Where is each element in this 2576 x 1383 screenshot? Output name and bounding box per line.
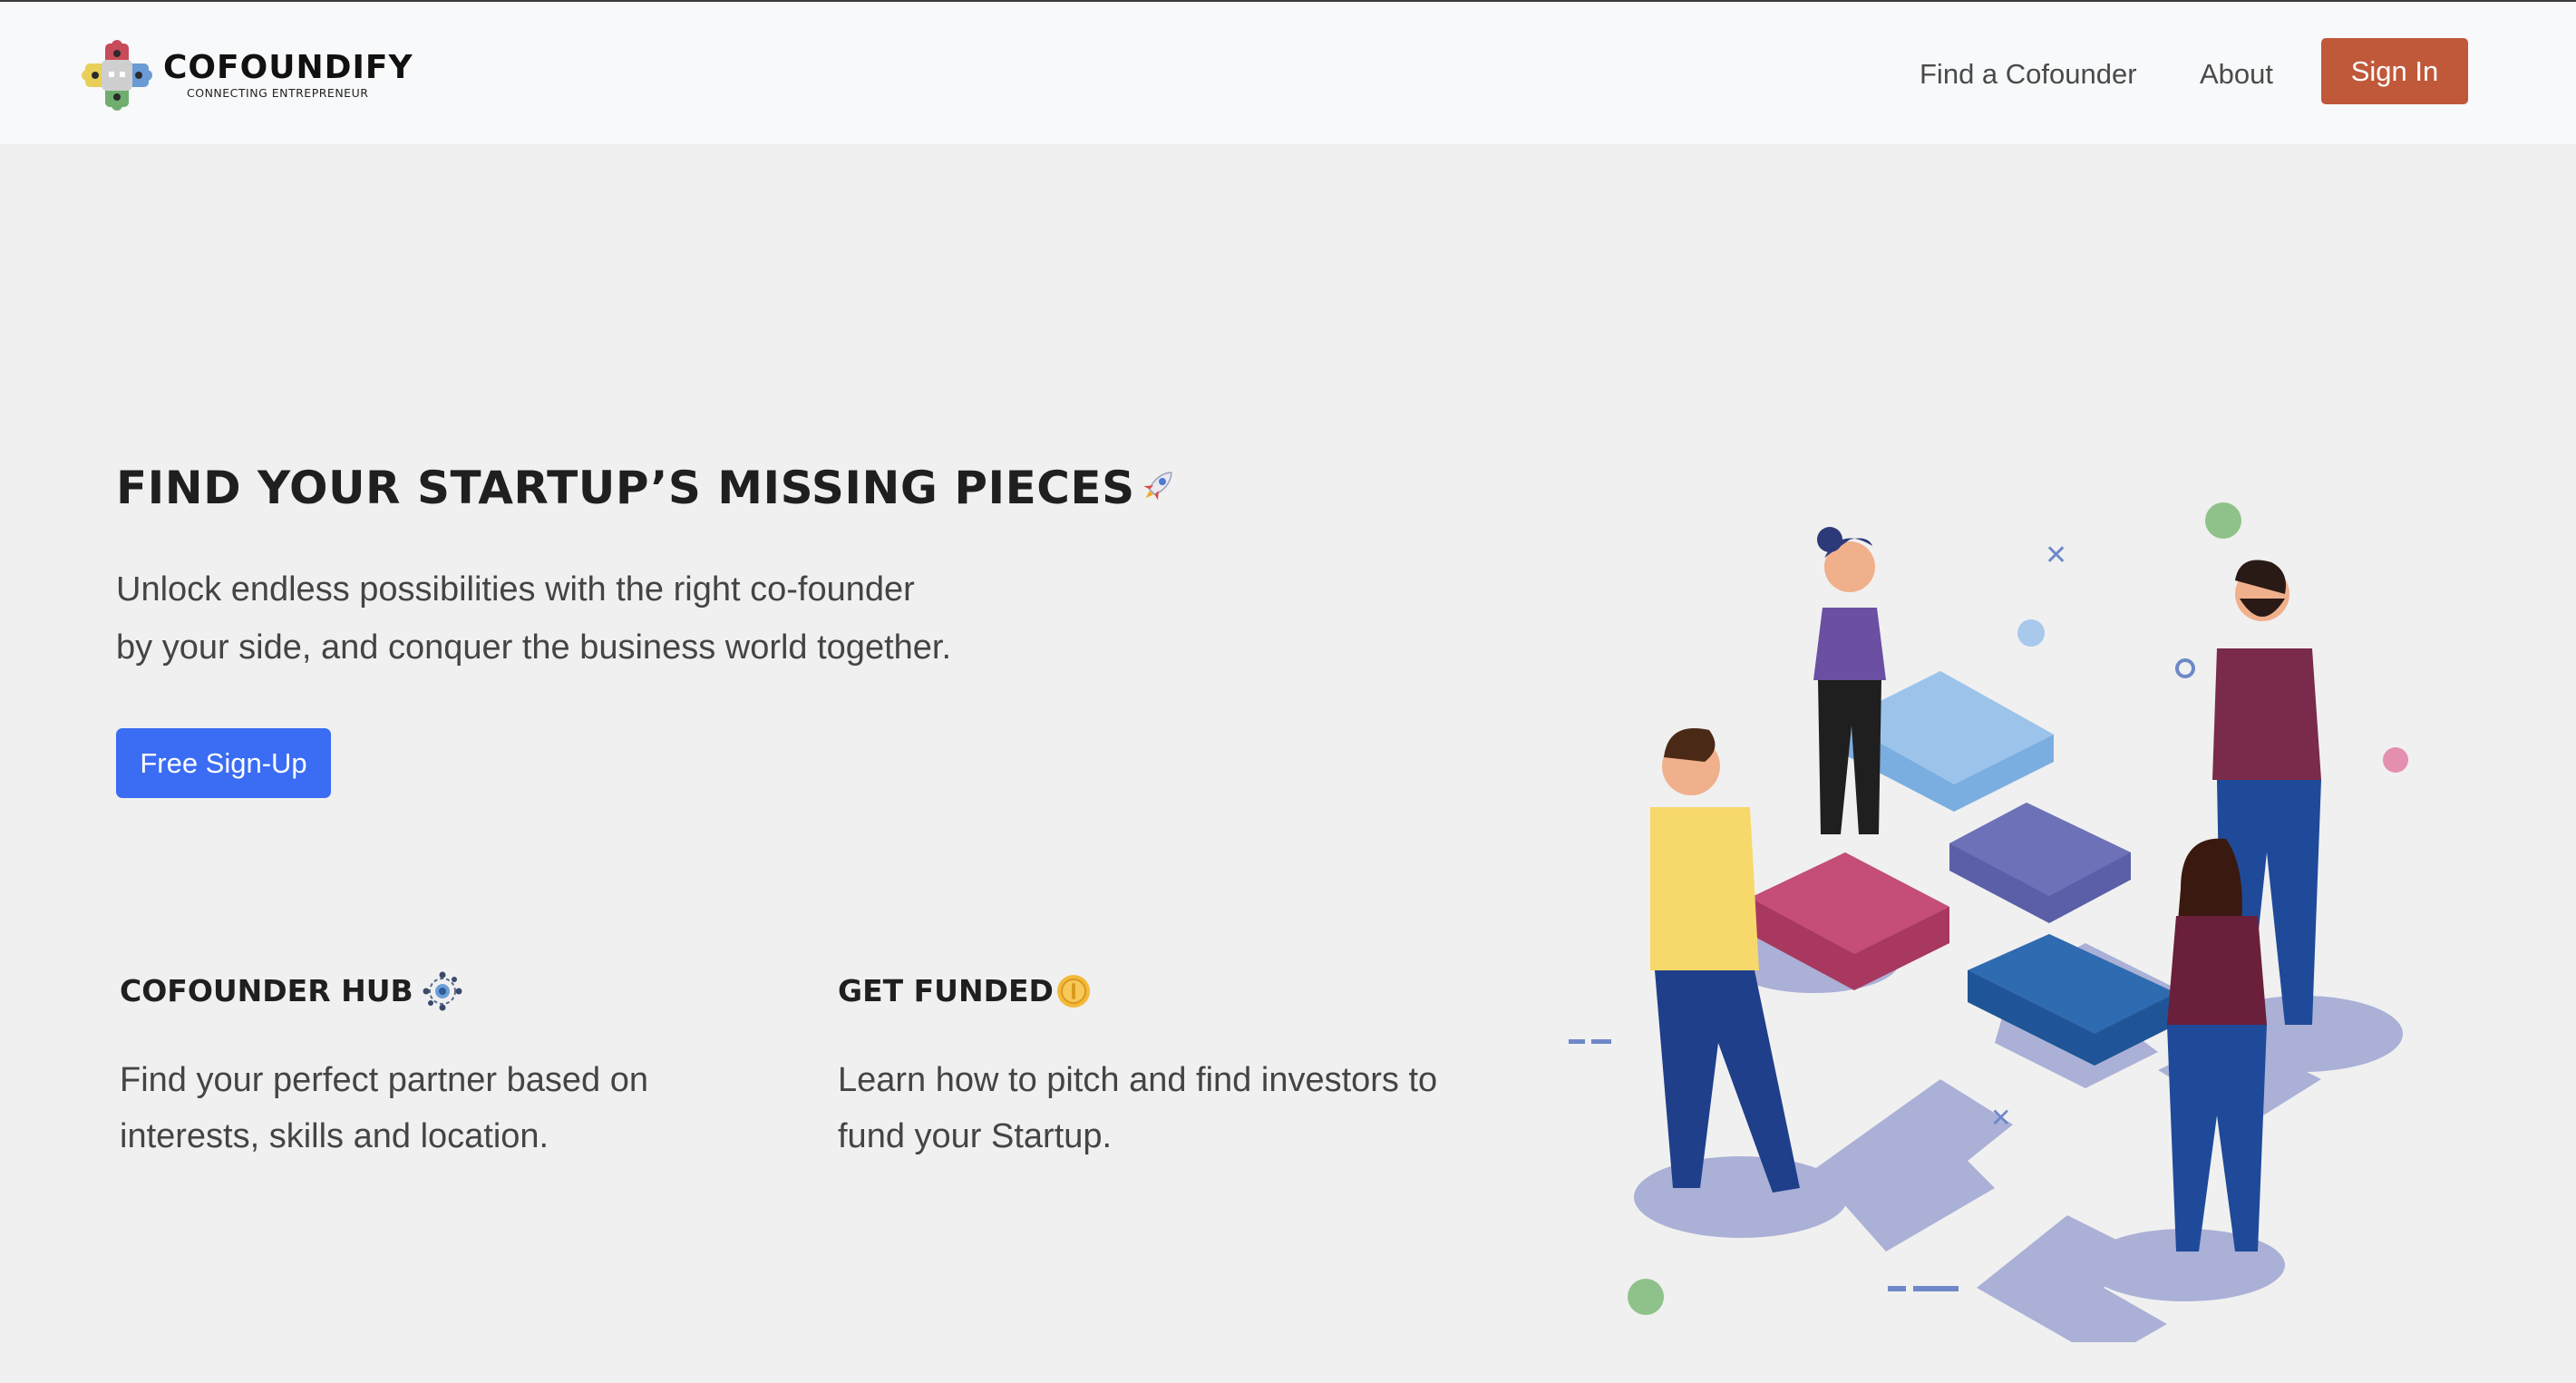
brand-name: COFOUNDIFY bbox=[163, 49, 413, 86]
rocket-icon bbox=[1137, 463, 1179, 521]
feature-title: GET FUNDED bbox=[838, 969, 1092, 1014]
feature-description: Learn how to pitch and find investors to… bbox=[838, 1052, 1527, 1164]
free-signup-button[interactable]: Free Sign-Up bbox=[116, 728, 331, 798]
brand-logo-link[interactable]: COFOUNDIFY CONNECTING ENTREPRENEUR bbox=[80, 38, 413, 112]
feature-description-line2: fund your Startup. bbox=[838, 1117, 1113, 1155]
feature-description-line2: interests, skills and location. bbox=[120, 1117, 549, 1155]
sign-in-button[interactable]: Sign In bbox=[2321, 38, 2468, 104]
brand-tagline: CONNECTING ENTREPRENEUR bbox=[187, 86, 369, 100]
hero-subtitle: Unlock endless possibilities with the ri… bbox=[116, 560, 1113, 677]
hero-subtitle-line2: by your side, and conquer the business w… bbox=[116, 628, 952, 667]
nav-link-about[interactable]: About bbox=[2200, 56, 2273, 93]
nav-link-find-cofounder[interactable]: Find a Cofounder bbox=[1920, 56, 2137, 93]
feature-description: Find your perfect partner based on inter… bbox=[120, 1052, 809, 1164]
feature-title: COFOUNDER HUB bbox=[120, 969, 464, 1014]
feature-description-line1: Find your perfect partner based on bbox=[120, 1061, 649, 1099]
feature-title-text: GET FUNDED bbox=[838, 973, 1054, 1008]
svg-text:✕: ✕ bbox=[2045, 540, 2067, 571]
network-hub-icon bbox=[421, 969, 464, 1013]
hero-title-text: FIND YOUR STARTUP’S MISSING PIECES bbox=[116, 462, 1135, 514]
feature-title-text: COFOUNDER HUB bbox=[120, 973, 413, 1008]
team-puzzle-illustration-icon: ✕ ✕ bbox=[1541, 490, 2448, 1360]
feature-description-line1: Learn how to pitch and find investors to bbox=[838, 1061, 1438, 1099]
puzzle-cross-logo-icon bbox=[80, 38, 154, 112]
navbar: COFOUNDIFY CONNECTING ENTREPRENEUR Find … bbox=[0, 2, 2576, 144]
svg-text:✕: ✕ bbox=[1990, 1103, 2011, 1133]
coin-icon bbox=[1055, 973, 1092, 1009]
hero-subtitle-line1: Unlock endless possibilities with the ri… bbox=[116, 570, 915, 609]
hero-title: FIND YOUR STARTUP’S MISSING PIECES bbox=[116, 459, 1179, 521]
